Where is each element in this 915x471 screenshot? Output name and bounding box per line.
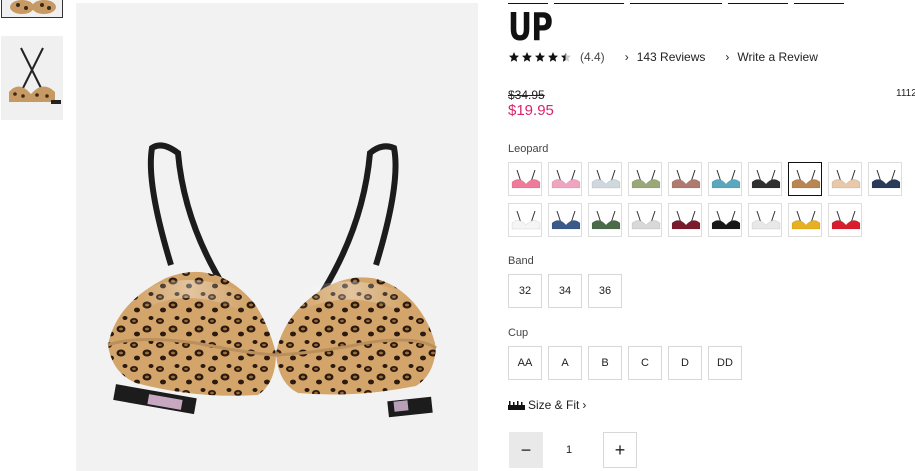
color-swatch[interactable] <box>868 162 902 196</box>
color-swatch[interactable] <box>748 203 782 237</box>
color-swatch[interactable] <box>548 162 582 196</box>
cup-label: Cup <box>508 327 529 339</box>
reviews-link[interactable]: › 143 Reviews <box>625 50 706 64</box>
cup-option-d[interactable]: D <box>668 346 702 380</box>
color-swatch[interactable] <box>788 203 822 237</box>
quantity-increase-button[interactable]: + <box>603 432 637 468</box>
color-swatch[interactable] <box>628 203 662 237</box>
band-option-32[interactable]: 32 <box>508 274 542 308</box>
sale-price: $19.95 <box>508 102 554 119</box>
rating-value: (4.4) <box>580 50 605 64</box>
chevron-right-icon: › <box>624 50 629 64</box>
cup-option-dd[interactable]: DD <box>708 346 742 380</box>
size-fit-label: Size & Fit <box>528 398 580 412</box>
color-swatch[interactable] <box>508 203 542 237</box>
thumbnail-rail <box>0 0 70 471</box>
star-icon <box>522 52 532 62</box>
write-review-link[interactable]: › Write a Review <box>725 50 817 64</box>
star-icon <box>535 52 545 62</box>
ruler-icon <box>508 400 525 410</box>
chevron-right-icon: › <box>725 50 730 64</box>
cup-option-aa[interactable]: AA <box>508 346 542 380</box>
original-price: $34.95 <box>508 88 545 102</box>
cup-option-b[interactable]: B <box>588 346 622 380</box>
color-swatch[interactable] <box>708 203 742 237</box>
band-label: Band <box>508 255 534 267</box>
star-icon <box>548 52 558 62</box>
color-swatch[interactable] <box>788 162 822 196</box>
color-swatch[interactable] <box>548 203 582 237</box>
item-number: 1112 <box>896 88 915 99</box>
write-review-label: Write a Review <box>737 50 818 64</box>
chevron-right-icon: › <box>582 398 587 412</box>
star-rating <box>508 51 573 63</box>
main-product-image <box>76 3 478 471</box>
rating-row: (4.4) › 143 Reviews › Write a Review <box>508 49 818 65</box>
band-option-34[interactable]: 34 <box>548 274 582 308</box>
color-swatch[interactable] <box>628 162 662 196</box>
minus-icon: − <box>520 439 532 460</box>
thumbnail-image-1[interactable] <box>1 0 63 18</box>
half-star-icon <box>561 52 571 62</box>
color-swatch[interactable] <box>828 203 862 237</box>
quantity-value[interactable]: 1 <box>566 444 572 456</box>
color-swatch[interactable] <box>708 162 742 196</box>
cup-option-c[interactable]: C <box>628 346 662 380</box>
title-line-cut <box>508 0 878 4</box>
size-fit-link[interactable]: Size & Fit › <box>508 398 586 412</box>
cup-option-a[interactable]: A <box>548 346 582 380</box>
color-swatch[interactable] <box>748 162 782 196</box>
plus-icon: + <box>614 439 626 460</box>
color-swatch[interactable] <box>668 203 702 237</box>
color-swatch[interactable] <box>588 162 622 196</box>
reviews-link-label: 143 Reviews <box>636 50 706 64</box>
color-label: Leopard <box>508 143 549 155</box>
color-swatch[interactable] <box>508 162 542 196</box>
color-swatch[interactable] <box>828 162 862 196</box>
color-swatch[interactable] <box>588 203 622 237</box>
quantity-decrease-button[interactable]: − <box>509 432 543 468</box>
thumbnail-image-2[interactable] <box>1 36 63 120</box>
star-icon <box>509 52 519 62</box>
color-swatch[interactable] <box>668 162 702 196</box>
band-option-36[interactable]: 36 <box>588 274 622 308</box>
product-info: UP (4.4) › 143 Reviews › Write a Review … <box>508 0 915 471</box>
product-title: UP <box>508 5 553 49</box>
